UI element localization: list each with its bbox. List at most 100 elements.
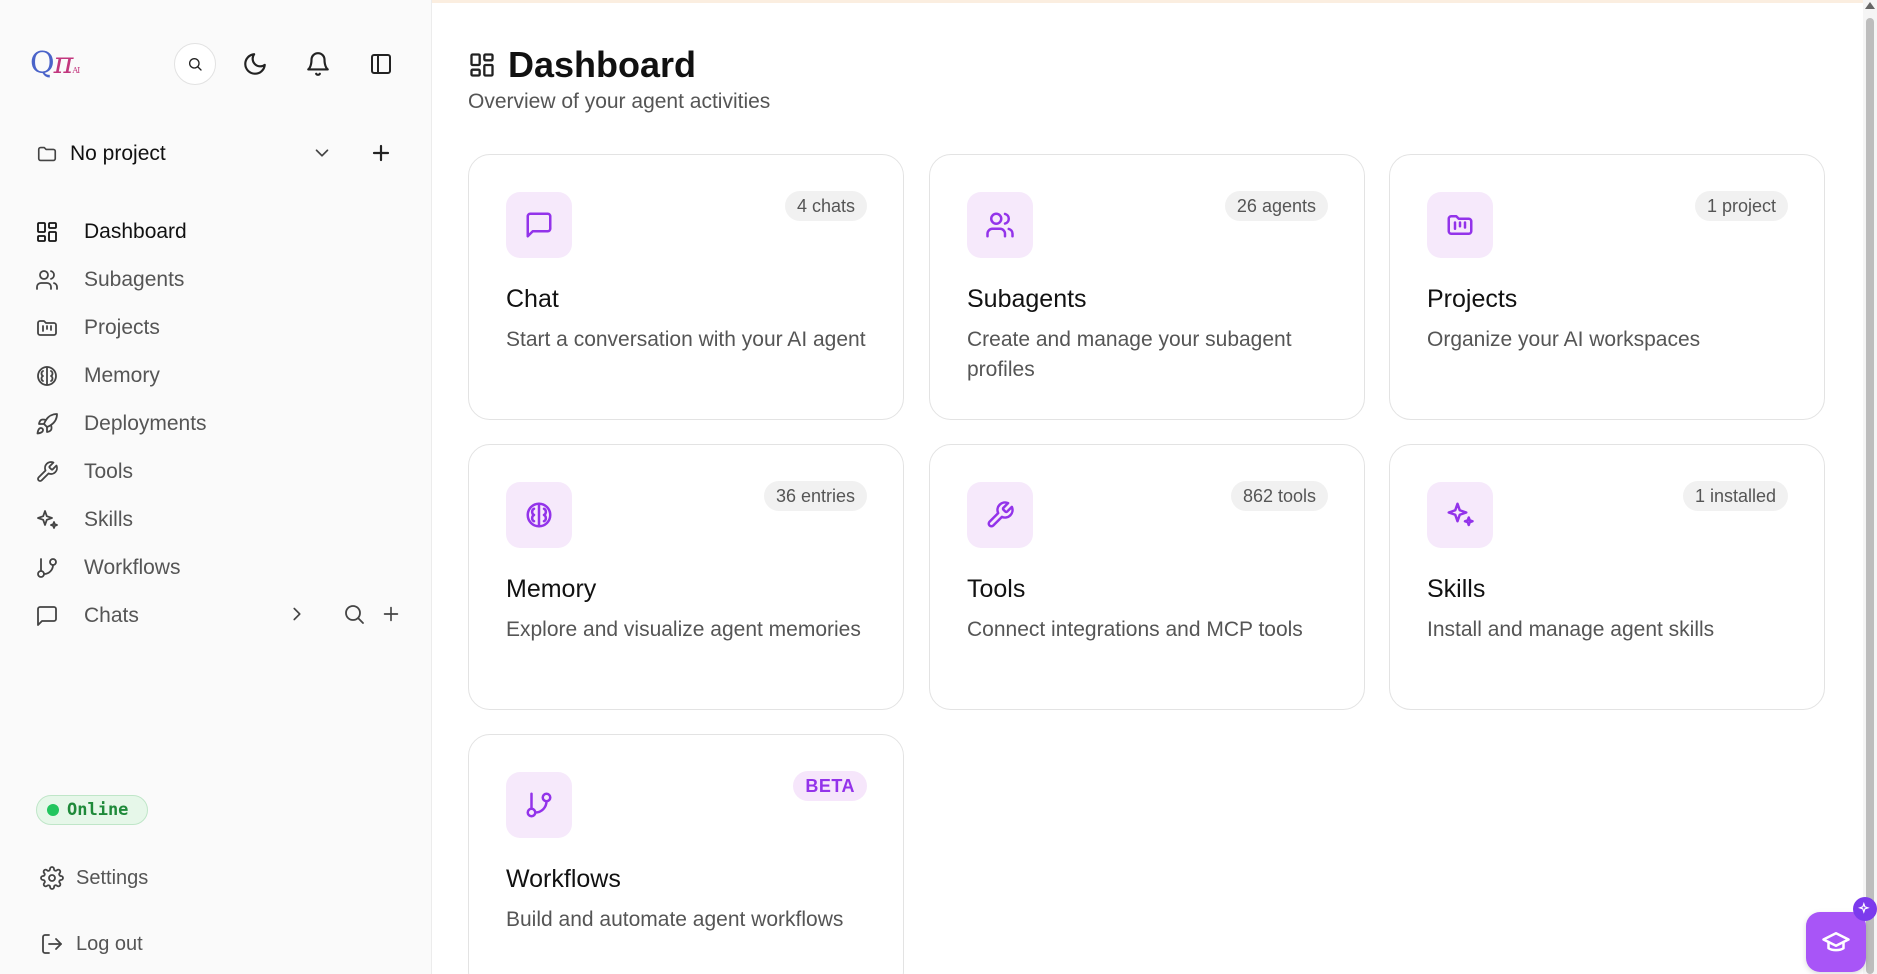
sidebar-item-workflows[interactable]: Workflows xyxy=(34,544,414,592)
gear-icon xyxy=(40,866,64,890)
dashboard-icon xyxy=(37,222,57,242)
count-badge: 862 tools xyxy=(1230,481,1328,511)
sidebar-item-label: Projects xyxy=(84,316,160,339)
wrench-icon xyxy=(37,461,58,482)
card-title: Tools xyxy=(967,575,1026,603)
sidebar-item-projects[interactable]: Projects xyxy=(34,304,414,352)
count-badge: 4 chats xyxy=(784,191,867,221)
search-chats-icon[interactable] xyxy=(342,602,366,626)
card-icon-box xyxy=(967,192,1033,258)
logo-pi: π xyxy=(53,46,74,81)
sidebar-nav: Dashboard Subagents Projects Memory Depl… xyxy=(34,208,414,640)
sparkles-icon xyxy=(1858,902,1870,914)
sidebar-item-label: Dashboard xyxy=(84,220,187,243)
app-logo[interactable]: QπAI xyxy=(30,46,80,81)
tutorial-button[interactable] xyxy=(1806,912,1866,972)
card-description: Start a conversation with your AI agent xyxy=(506,328,866,351)
rocket-icon xyxy=(36,413,58,435)
status-badge: Online xyxy=(36,795,148,825)
git-branch-icon xyxy=(37,558,57,578)
project-selector[interactable]: No project xyxy=(36,135,406,173)
wrench-icon xyxy=(987,501,1014,528)
card-chat[interactable]: 4 chats Chat Start a conversation with y… xyxy=(468,154,904,420)
card-icon-box xyxy=(506,192,572,258)
graduation-cap-icon xyxy=(1822,932,1850,952)
settings-link[interactable]: Settings xyxy=(40,866,148,890)
main-content: Dashboard Overview of your agent activit… xyxy=(433,0,1877,974)
card-title: Skills xyxy=(1427,575,1486,603)
git-branch-icon xyxy=(526,792,552,818)
card-icon-box xyxy=(967,482,1033,548)
sidebar-item-tools[interactable]: Tools xyxy=(34,448,414,496)
count-badge: 1 project xyxy=(1694,191,1788,221)
chevron-right-icon[interactable] xyxy=(286,603,308,625)
sidebar-item-label: Workflows xyxy=(84,556,181,579)
card-projects[interactable]: 1 project Projects Organize your AI work… xyxy=(1389,154,1825,420)
logout-link[interactable]: Log out xyxy=(40,932,143,956)
folder-kanban-icon xyxy=(37,320,57,336)
add-project-icon[interactable] xyxy=(369,141,393,165)
card-description: Build and automate agent workflows xyxy=(506,908,844,931)
message-square-icon xyxy=(37,606,57,626)
scroll-up-arrow[interactable] xyxy=(1865,2,1875,9)
sidebar-item-label: Subagents xyxy=(84,268,185,291)
logo-letter: Q xyxy=(30,46,55,81)
folder-kanban-icon xyxy=(1447,215,1473,235)
card-title: Chat xyxy=(506,285,559,313)
card-description: Explore and visualize agent memories xyxy=(506,618,861,641)
sidebar-item-label: Chats xyxy=(84,604,139,627)
theme-toggle-button[interactable] xyxy=(234,43,276,85)
brain-icon xyxy=(526,502,552,528)
chats-actions xyxy=(286,602,402,626)
users-icon xyxy=(36,270,58,290)
folder-icon xyxy=(37,146,57,162)
card-description: Organize your AI workspaces xyxy=(1427,328,1701,351)
card-title: Subagents xyxy=(967,285,1087,313)
sidebar: QπAI No project Dashboard Subagents Proj… xyxy=(0,0,432,974)
scrollbar-thumb[interactable] xyxy=(1866,18,1874,974)
chevron-down-icon[interactable] xyxy=(311,142,333,164)
scrollbar[interactable] xyxy=(1863,0,1877,974)
card-icon-box xyxy=(1427,192,1493,258)
card-tools[interactable]: 862 tools Tools Connect integrations and… xyxy=(929,444,1365,710)
sparkles-icon xyxy=(37,510,58,529)
ai-sparkle-badge[interactable] xyxy=(1853,897,1877,921)
sidebar-item-label: Deployments xyxy=(84,412,207,435)
card-title: Projects xyxy=(1427,285,1518,313)
logo-sub: AI xyxy=(72,66,80,75)
card-icon-box xyxy=(506,482,572,548)
card-description: Install and manage agent skills xyxy=(1427,618,1715,641)
card-icon-box xyxy=(1427,482,1493,548)
sidebar-item-label: Tools xyxy=(84,460,134,483)
count-badge: 36 entries xyxy=(763,481,867,511)
add-chat-icon[interactable] xyxy=(380,603,402,625)
panel-left-icon xyxy=(371,54,391,74)
count-badge: 26 agents xyxy=(1224,191,1328,221)
page-title-text: Dashboard xyxy=(508,44,697,85)
dashboard-icon xyxy=(470,53,494,77)
sidebar-item-label: Memory xyxy=(84,364,160,387)
moon-icon xyxy=(244,53,266,75)
page-title: Dashboard xyxy=(468,44,696,86)
sidebar-item-label: Skills xyxy=(84,508,134,531)
card-skills[interactable]: 1 installed Skills Install and manage ag… xyxy=(1389,444,1825,710)
notifications-button[interactable] xyxy=(297,43,339,85)
card-workflows[interactable]: BETA Workflows Build and automate agent … xyxy=(468,734,904,974)
toggle-sidebar-button[interactable] xyxy=(360,43,402,85)
search-button[interactable] xyxy=(174,43,216,85)
sidebar-item-deployments[interactable]: Deployments xyxy=(34,400,414,448)
card-description: Create and manage your subagent profiles xyxy=(967,328,1292,381)
sidebar-item-skills[interactable]: Skills xyxy=(34,496,414,544)
card-subagents[interactable]: 26 agents Subagents Create and manage yo… xyxy=(929,154,1365,420)
sidebar-item-memory[interactable]: Memory xyxy=(34,352,414,400)
logout-label: Log out xyxy=(76,932,143,955)
sidebar-item-dashboard[interactable]: Dashboard xyxy=(34,208,414,256)
sidebar-item-chats[interactable]: Chats xyxy=(34,592,414,640)
card-memory[interactable]: 36 entries Memory Explore and visualize … xyxy=(468,444,904,710)
message-square-icon xyxy=(526,212,552,238)
users-icon xyxy=(986,212,1014,238)
search-icon xyxy=(189,58,202,71)
count-badge: 1 installed xyxy=(1682,481,1788,511)
bell-icon xyxy=(307,52,329,76)
sidebar-item-subagents[interactable]: Subagents xyxy=(34,256,414,304)
